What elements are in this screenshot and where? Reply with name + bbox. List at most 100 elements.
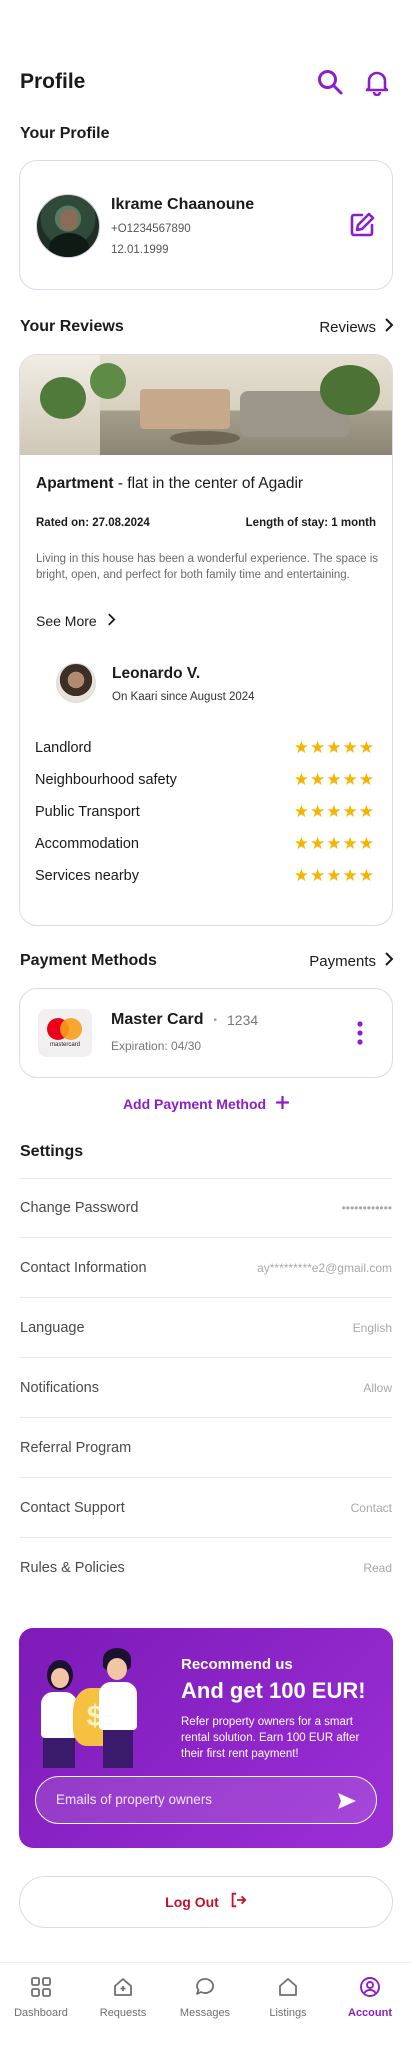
send-icon[interactable] — [336, 1790, 358, 1812]
house-request-icon — [112, 1976, 134, 2001]
review-body: Living in this house has been a wonderfu… — [36, 553, 378, 581]
logout-button[interactable]: Log Out — [19, 1876, 393, 1928]
setting-value: •••••••••••• — [341, 1200, 392, 1215]
promo-headline: And get 100 EUR! — [181, 1678, 366, 1703]
rating-label: Public Transport — [35, 804, 140, 820]
chevron-right-icon — [384, 318, 394, 336]
setting-change-password[interactable]: Change Password •••••••••••• — [20, 1178, 392, 1238]
setting-value: English — [352, 1320, 392, 1335]
setting-label: Contact Information — [20, 1259, 147, 1276]
setting-value: Allow — [363, 1380, 392, 1395]
rating-label: Neighbourhood safety — [35, 772, 177, 788]
rating-row-accommodation: Accommodation ★★★★★ — [35, 834, 375, 854]
five-star-rating: ★★★★★ — [293, 802, 375, 821]
payments-section-title: Payment Methods — [20, 952, 157, 969]
plus-icon — [275, 1095, 290, 1112]
grid-icon — [30, 1976, 52, 2001]
profile-name: Ikrame Chaanoune — [111, 196, 255, 213]
page-title: Profile — [20, 70, 86, 93]
profile-phone: +O1234567890 — [111, 223, 191, 235]
rating-row-neighbourhood-safety: Neighbourhood safety ★★★★★ — [35, 770, 375, 790]
payments-link[interactable]: Payments — [309, 952, 394, 970]
logout-label: Log Out — [165, 1894, 219, 1910]
avatar[interactable] — [36, 194, 100, 258]
stay-length: Length of stay: 1 month — [245, 517, 376, 529]
nav-messages[interactable]: Messages — [165, 1976, 245, 2019]
setting-rules-policies[interactable]: Rules & Policies Read — [20, 1538, 392, 1598]
setting-label: Contact Support — [20, 1499, 125, 1516]
profile-birthdate: 12.01.1999 — [111, 244, 169, 256]
property-photo — [20, 355, 392, 455]
reviews-link[interactable]: Reviews — [319, 318, 394, 336]
setting-label: Language — [20, 1319, 85, 1336]
profile-card: Ikrame Chaanoune +O1234567890 12.01.1999 — [19, 160, 393, 290]
chevron-right-icon — [107, 613, 116, 629]
promo-body: Refer property owners for a smart rental… — [181, 1716, 360, 1760]
nav-label: Messages — [179, 2007, 231, 2019]
settings-section-title: Settings — [20, 1143, 84, 1160]
five-star-rating: ★★★★★ — [293, 738, 375, 757]
setting-contact-information[interactable]: Contact Information ay*********e2@gmail.… — [20, 1238, 392, 1298]
review-property-title: Apartment - flat in the center of Agadir — [36, 475, 303, 493]
chat-icon — [194, 1976, 216, 2001]
more-vertical-icon[interactable] — [356, 1021, 364, 1045]
setting-label: Notifications — [20, 1379, 99, 1396]
see-more-link[interactable]: See More — [36, 613, 116, 629]
setting-value: Read — [363, 1561, 392, 1575]
nav-dashboard[interactable]: Dashboard — [1, 1976, 81, 2019]
reviews-section-title: Your Reviews — [20, 318, 124, 335]
chevron-right-icon — [384, 952, 394, 970]
property-description: - flat in the center of Agadir — [113, 475, 304, 492]
setting-value: Contact — [350, 1500, 392, 1515]
rating-row-landlord: Landlord ★★★★★ — [35, 738, 375, 758]
reviewer-avatar — [56, 663, 96, 703]
payments-link-label: Payments — [309, 952, 376, 970]
setting-value: ay*********e2@gmail.com — [257, 1260, 392, 1275]
setting-notifications[interactable]: Notifications Allow — [20, 1358, 392, 1418]
edit-icon[interactable] — [348, 211, 376, 239]
nav-label: Listings — [269, 2007, 307, 2019]
setting-language[interactable]: Language English — [20, 1298, 392, 1358]
setting-contact-support[interactable]: Contact Support Contact — [20, 1478, 392, 1538]
nav-listings[interactable]: Listings — [248, 1976, 328, 2019]
card-separator: • — [213, 1014, 217, 1026]
profile-section-title: Your Profile — [20, 125, 110, 142]
nav-account[interactable]: Account — [330, 1976, 410, 2019]
referral-email-placeholder: Emails of property owners — [56, 1792, 213, 1807]
add-payment-method-button[interactable]: Add Payment Method — [0, 1095, 412, 1112]
mastercard-logo: mastercard — [38, 1009, 92, 1057]
card-name: Master Card — [111, 1011, 204, 1028]
nav-label: Dashboard — [14, 2007, 68, 2019]
promo-eyebrow: Recommend us — [181, 1656, 293, 1673]
user-circle-icon — [359, 1976, 381, 2001]
card-expiry: Expiration: 04/30 — [111, 1039, 202, 1053]
mastercard-logo-text: mastercard — [49, 1042, 80, 1048]
rating-label: Accommodation — [35, 836, 139, 852]
rating-label: Landlord — [35, 740, 92, 756]
nav-requests[interactable]: Requests — [83, 1976, 163, 2019]
people-illustration: $ — [29, 1648, 159, 1768]
reviewer-since: On Kaari since August 2024 — [112, 691, 255, 703]
card-last4: 1234 — [227, 1012, 259, 1028]
setting-label: Rules & Policies — [20, 1560, 125, 1576]
setting-referral-program[interactable]: Referral Program — [20, 1418, 392, 1478]
rating-row-public-transport: Public Transport ★★★★★ — [35, 802, 375, 822]
rating-row-services-nearby: Services nearby ★★★★★ — [35, 866, 375, 886]
five-star-rating: ★★★★★ — [293, 866, 375, 885]
add-payment-label: Add Payment Method — [122, 1096, 267, 1112]
rated-on: Rated on: 27.08.2024 — [36, 517, 150, 529]
referral-promo-banner: $ Recommend us And get 100 EUR! Refer pr… — [19, 1628, 393, 1848]
search-icon[interactable] — [316, 68, 344, 96]
see-more-label: See More — [36, 613, 97, 629]
referral-email-input[interactable]: Emails of property owners — [35, 1776, 377, 1824]
five-star-rating: ★★★★★ — [293, 770, 375, 789]
reviews-link-label: Reviews — [319, 318, 376, 336]
setting-label: Change Password — [20, 1199, 139, 1216]
payment-card[interactable]: mastercard Master Card • 1234 Expiration… — [19, 988, 393, 1078]
setting-label: Referral Program — [20, 1439, 132, 1456]
nav-label: Account — [348, 2007, 392, 2019]
logout-icon — [229, 1891, 247, 1914]
bell-icon[interactable] — [363, 68, 391, 97]
reviewer-name: Leonardo V. — [112, 665, 201, 682]
five-star-rating: ★★★★★ — [293, 834, 375, 853]
